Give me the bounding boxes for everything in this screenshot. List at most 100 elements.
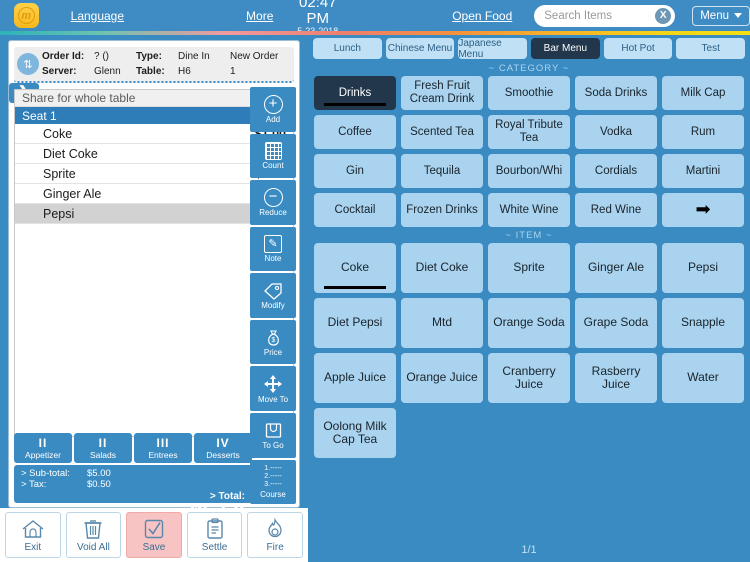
item-ginger-ale[interactable]: Ginger Ale: [575, 243, 657, 293]
money-bag-icon: $: [264, 328, 283, 347]
category-next-page[interactable]: ➡: [662, 193, 744, 227]
category-royal-tribute-tea[interactable]: Royal Tribute Tea: [488, 115, 570, 149]
menu-tab-japanese-menu[interactable]: Japanese Menu: [458, 38, 527, 59]
action-count-button[interactable]: Count: [250, 134, 296, 179]
check-square-icon: [143, 518, 165, 540]
pagination-indicator: 1/1: [308, 544, 750, 556]
item-diet-pepsi[interactable]: Diet Pepsi: [314, 298, 396, 348]
menu-tab-hot-pot[interactable]: Hot Pot: [604, 38, 673, 59]
order-status-value: New Order: [230, 49, 278, 65]
server-value: Glenn: [94, 64, 136, 80]
course-tab-desserts[interactable]: IVDesserts: [194, 433, 252, 463]
item-coke[interactable]: Coke: [314, 243, 396, 293]
item-mtd[interactable]: Mtd: [401, 298, 483, 348]
fire-button[interactable]: Fire: [247, 512, 303, 558]
tax-value: $0.50: [87, 479, 111, 490]
item-water[interactable]: Water: [662, 353, 744, 403]
category-milk-cap[interactable]: Milk Cap: [662, 76, 744, 110]
subtotal-label: > Sub-total:: [21, 468, 87, 479]
item-grape-soda[interactable]: Grape Soda: [575, 298, 657, 348]
category-martini[interactable]: Martini: [662, 154, 744, 188]
item-oolong-milk-cap-tea[interactable]: Oolong Milk Cap Tea: [314, 408, 396, 458]
item-rasberry-juice[interactable]: Rasberry Juice: [575, 353, 657, 403]
order-info-grid: Order Id: ? () Type: Dine In New Order S…: [42, 49, 278, 80]
course-tab-label: Desserts: [206, 451, 240, 460]
category-bourbon-whi[interactable]: Bourbon/Whi: [488, 154, 570, 188]
action-move-to-button[interactable]: Move To: [250, 366, 296, 411]
category-section-label: ~ CATEGORY ~: [308, 60, 750, 76]
search-input[interactable]: [544, 10, 652, 22]
bottom-button-label: Exit: [24, 542, 41, 553]
top-header-bar: m Language More 02:47 PM 5-23-2018 Open …: [0, 0, 750, 31]
app-logo-icon[interactable]: m: [14, 3, 39, 28]
menu-dropdown-button[interactable]: Menu: [692, 6, 750, 26]
item-orange-soda[interactable]: Orange Soda: [488, 298, 570, 348]
subtotal-value: $5.00: [87, 468, 111, 479]
order-card: ⇅ Order Id: ? () Type: Dine In New Order…: [8, 40, 300, 508]
item-apple-juice[interactable]: Apple Juice: [314, 353, 396, 403]
open-food-link[interactable]: Open Food: [452, 9, 512, 23]
course-tab-numeral: III: [156, 437, 169, 449]
action-modify-button[interactable]: Modify: [250, 273, 296, 318]
category-scented-tea[interactable]: Scented Tea: [401, 115, 483, 149]
bottom-button-label: Void All: [77, 542, 110, 553]
chevron-down-icon: [734, 13, 742, 18]
item-orange-juice[interactable]: Orange Juice: [401, 353, 483, 403]
category-frozen-drinks[interactable]: Frozen Drinks: [401, 193, 483, 227]
course-tab-label: Entrees: [148, 451, 177, 460]
action-course-button[interactable]: 1.-----2.-----3.-----Course: [250, 460, 296, 505]
item-diet-coke[interactable]: Diet Coke: [401, 243, 483, 293]
action-price-button[interactable]: $Price: [250, 320, 296, 365]
menu-tab-test[interactable]: Test: [676, 38, 745, 59]
category-drinks[interactable]: Drinks: [314, 76, 396, 110]
course-tab-entrees[interactable]: III Entrees: [134, 433, 192, 463]
save-button[interactable]: Save: [126, 512, 182, 558]
action-reduce-button[interactable]: −Reduce: [250, 180, 296, 225]
menu-tab-chinese-menu[interactable]: Chinese Menu: [386, 38, 455, 59]
course-tab-appetizer[interactable]: IIAppetizer: [14, 433, 72, 463]
category-gin[interactable]: Gin: [314, 154, 396, 188]
search-box[interactable]: X: [534, 5, 675, 27]
language-link[interactable]: Language: [71, 9, 124, 23]
action-label: To Go: [262, 441, 283, 450]
category-cordials[interactable]: Cordials: [575, 154, 657, 188]
server-label: Server:: [42, 64, 94, 80]
category-soda-drinks[interactable]: Soda Drinks: [575, 76, 657, 110]
share-label: Share for whole table: [22, 91, 135, 105]
action-to-go-button[interactable]: To Go: [250, 413, 296, 458]
plus-circle-icon: +: [264, 95, 283, 114]
item-cranberry-juice[interactable]: Cranberry Juice: [488, 353, 570, 403]
action-add-button[interactable]: +Add: [250, 87, 296, 132]
item-sprite[interactable]: Sprite: [488, 243, 570, 293]
course-tab-salads[interactable]: IISalads: [74, 433, 132, 463]
category-white-wine[interactable]: White Wine: [488, 193, 570, 227]
exit-button[interactable]: Exit: [5, 512, 61, 558]
category-fresh-fruit-cream-drink[interactable]: Fresh Fruit Cream Drink: [401, 76, 483, 110]
order-line-item-name: Diet Coke: [43, 147, 98, 161]
more-link[interactable]: More: [246, 9, 273, 23]
course-tabs: IIAppetizerIISalads III Entrees IVDesserts: [14, 433, 252, 463]
void-all-button[interactable]: Void All: [66, 512, 122, 558]
order-type-value: Dine In: [178, 49, 230, 65]
logo-glyph: m: [18, 7, 35, 24]
clear-search-icon[interactable]: X: [655, 8, 671, 24]
category-coffee[interactable]: Coffee: [314, 115, 396, 149]
category-grid: DrinksFresh Fruit Cream DrinkSmoothieSod…: [308, 76, 750, 227]
action-label: Reduce: [259, 208, 287, 217]
category-rum[interactable]: Rum: [662, 115, 744, 149]
category-smoothie[interactable]: Smoothie: [488, 76, 570, 110]
category-tequila[interactable]: Tequila: [401, 154, 483, 188]
item-pepsi[interactable]: Pepsi: [662, 243, 744, 293]
item-section-label: ~ ITEM ~: [308, 227, 750, 243]
menu-panel: LunchChinese MenuJapanese MenuBar MenuHo…: [308, 35, 750, 562]
settle-button[interactable]: Settle: [187, 512, 243, 558]
menu-tab-bar-menu[interactable]: Bar Menu: [531, 38, 600, 59]
menu-tab-lunch[interactable]: Lunch: [313, 38, 382, 59]
category-vodka[interactable]: Vodka: [575, 115, 657, 149]
category-cocktail[interactable]: Cocktail: [314, 193, 396, 227]
item-snapple[interactable]: Snapple: [662, 298, 744, 348]
action-note-button[interactable]: ✎Note: [250, 227, 296, 272]
course-tab-numeral: II: [99, 437, 108, 449]
swap-arrows-icon[interactable]: ⇅: [17, 53, 39, 75]
category-red-wine[interactable]: Red Wine: [575, 193, 657, 227]
